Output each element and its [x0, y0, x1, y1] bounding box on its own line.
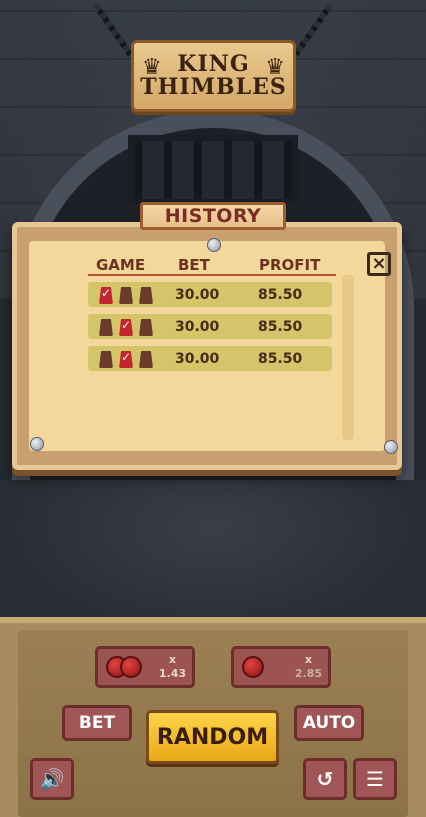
winning-cup-icon: ✓	[118, 316, 134, 336]
close-icon: ×	[371, 253, 387, 274]
multiplier-value: 2.85	[294, 667, 322, 680]
close-button[interactable]: ×	[367, 252, 391, 276]
history-button[interactable]: ↺	[303, 758, 347, 800]
game-cups: ✓	[98, 348, 154, 368]
history-scrollbar[interactable]	[342, 275, 354, 440]
check-icon: ✓	[120, 350, 132, 364]
column-header-bet: BET	[178, 256, 210, 274]
cup-icon	[138, 348, 154, 368]
profit-value: 85.50	[258, 287, 303, 303]
history-title: HISTORY	[140, 202, 286, 230]
cup-icon	[98, 316, 114, 336]
multiplier-value: 1.43	[158, 667, 186, 680]
history-icon: ↺	[316, 767, 334, 791]
profit-value: 85.50	[258, 351, 303, 367]
pin-icon	[384, 440, 398, 454]
check-icon: ✓	[100, 286, 112, 300]
winning-cup-icon: ✓	[118, 348, 134, 368]
random-button[interactable]: RANDOM	[146, 710, 279, 764]
bet-button[interactable]: BET	[62, 705, 132, 741]
cup-icon	[98, 348, 114, 368]
history-row: ✓ 30.00 85.50	[88, 346, 332, 371]
bet-value: 30.00	[175, 319, 220, 335]
history-table-header: GAME BET PROFIT	[88, 256, 336, 276]
history-row: ✓ 30.00 85.50	[88, 314, 332, 339]
check-icon: ✓	[120, 318, 132, 332]
speaker-icon: 🔊	[39, 767, 65, 791]
menu-button[interactable]: ☰	[353, 758, 397, 800]
game-cups: ✓	[98, 284, 154, 304]
sound-button[interactable]: 🔊	[30, 758, 74, 800]
game-cups: ✓	[98, 316, 154, 336]
profit-value: 85.50	[258, 319, 303, 335]
cup-icon	[118, 284, 134, 304]
multiplier-x: x	[168, 653, 176, 666]
bet-value: 30.00	[175, 287, 220, 303]
column-header-game: GAME	[96, 256, 146, 274]
multiplier-x: x	[304, 653, 312, 666]
dungeon-floor	[0, 480, 426, 640]
iron-gate	[128, 135, 298, 205]
auto-button[interactable]: AUTO	[294, 705, 364, 741]
crown-icon: ♛	[265, 55, 285, 80]
history-row: ✓ 30.00 85.50	[88, 282, 332, 307]
cup-icon	[138, 284, 154, 304]
crown-icon: ♛	[142, 55, 162, 80]
ball-icon	[242, 656, 264, 678]
pin-icon	[30, 437, 44, 451]
cup-icon	[138, 316, 154, 336]
bet-value: 30.00	[175, 351, 220, 367]
pin-icon	[207, 238, 221, 252]
multiplier-one-ball[interactable]: x 2.85	[231, 646, 331, 688]
column-header-profit: PROFIT	[259, 256, 321, 274]
game-logo: ♛ ♛ KING THIMBLES	[131, 40, 296, 112]
winning-cup-icon: ✓	[98, 284, 114, 304]
balls-icon	[106, 656, 142, 678]
menu-icon: ☰	[366, 767, 384, 791]
multiplier-two-balls[interactable]: x 1.43	[95, 646, 195, 688]
